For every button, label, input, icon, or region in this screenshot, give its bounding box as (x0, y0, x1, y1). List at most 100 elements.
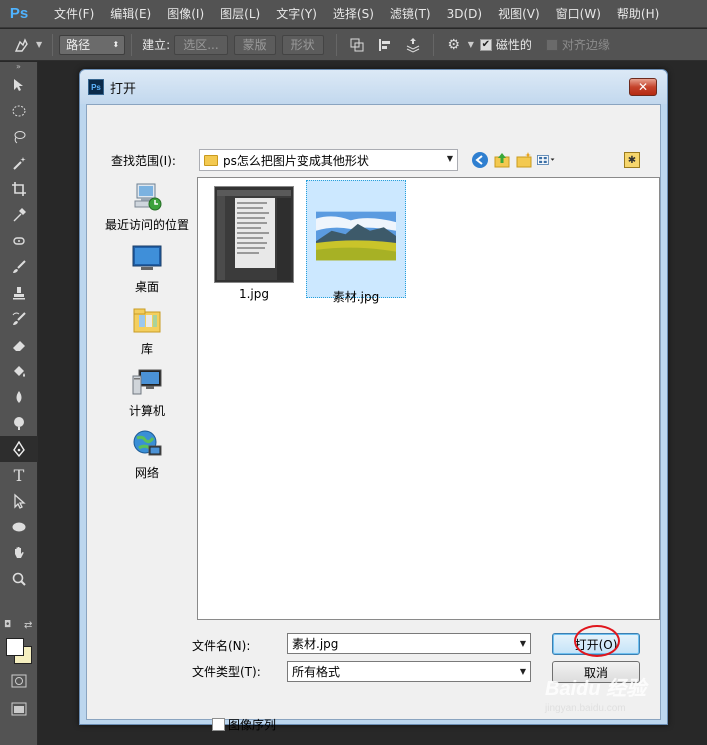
file-list: 1.jpg 素材.jpg (197, 177, 660, 620)
path-selection-tool-icon[interactable] (0, 488, 38, 514)
swap-colors-icon[interactable]: ⇄ (24, 620, 32, 631)
libraries-icon (131, 304, 163, 336)
place-network[interactable]: 网络 (101, 428, 193, 481)
place-libraries[interactable]: 库 (101, 304, 193, 357)
place-label: 网络 (134, 466, 159, 480)
dodge-tool-icon[interactable] (0, 410, 38, 436)
blur-tool-icon[interactable] (0, 384, 38, 410)
close-icon: ✕ (637, 80, 649, 94)
clone-stamp-tool-icon[interactable] (0, 280, 38, 306)
menu-edit[interactable]: 编辑(E) (102, 5, 159, 22)
menu-image[interactable]: 图像(I) (159, 5, 212, 22)
gear-icon[interactable]: ⚙ (444, 35, 464, 55)
marquee-tool-icon[interactable] (0, 98, 38, 124)
menu-window[interactable]: 窗口(W) (548, 5, 609, 22)
tool-mode-value: 路径 (66, 38, 91, 52)
make-mask-button[interactable]: 蒙版 (233, 34, 276, 55)
eraser-tool-icon[interactable] (0, 332, 38, 358)
eyedropper-tool-icon[interactable] (0, 202, 38, 228)
quick-mask-icon[interactable] (0, 668, 38, 694)
default-colors-icon[interactable]: ◘ (4, 620, 11, 630)
highlight-annotation (574, 625, 620, 657)
chevron-updown-icon: ⬍ (112, 40, 120, 49)
dialog-titlebar[interactable]: Ps 打开 (80, 70, 667, 104)
menu-bar: Ps 文件(F) 编辑(E) 图像(I) 图层(L) 文字(Y) 选择(S) 滤… (0, 0, 707, 28)
toolbox-collapse-icon[interactable]: » (0, 62, 37, 72)
file-item-selected[interactable]: 素材.jpg (306, 180, 406, 304)
canvas-area (668, 62, 707, 745)
paint-bucket-tool-icon[interactable] (0, 358, 38, 384)
image-sequence-label: 图像序列 (228, 718, 277, 732)
menu-layer[interactable]: 图层(L) (212, 5, 268, 22)
view-menu-icon[interactable] (536, 150, 556, 170)
brush-tool-icon[interactable] (0, 254, 38, 280)
desktop-shortcut-icon[interactable]: ✱ (624, 152, 640, 168)
place-label: 桌面 (134, 280, 159, 294)
magic-wand-tool-icon[interactable] (0, 150, 38, 176)
type-tool-icon[interactable]: T (0, 462, 38, 488)
filename-value: 素材.jpg (292, 637, 339, 651)
file-name: 1.jpg (238, 287, 270, 301)
up-folder-icon[interactable] (492, 150, 512, 170)
path-alignment-icon[interactable] (375, 35, 395, 55)
hand-tool-icon[interactable] (0, 540, 38, 566)
look-in-combo[interactable]: ps怎么把图片变成其他形状 ▼ (199, 149, 458, 171)
move-tool-icon[interactable] (0, 72, 38, 98)
photoshop-app-icon: Ps (88, 79, 104, 95)
place-desktop[interactable]: 桌面 (101, 242, 193, 295)
make-selection-button[interactable]: 选区... (174, 34, 228, 55)
computer-icon (131, 366, 163, 398)
menu-3d[interactable]: 3D(D) (439, 7, 490, 21)
look-in-value: ps怎么把图片变成其他形状 (223, 153, 369, 168)
separator (335, 33, 337, 56)
separator (131, 33, 133, 56)
filetype-select[interactable]: 所有格式 ▼ (287, 661, 531, 682)
back-icon[interactable] (470, 150, 490, 170)
filetype-value: 所有格式 (292, 665, 341, 679)
chevron-down-icon[interactable]: ▼ (468, 40, 474, 49)
history-brush-tool-icon[interactable] (0, 306, 38, 332)
watermark-logo: Baidu 经验 (545, 678, 647, 700)
ellipse-tool-icon[interactable] (0, 514, 38, 540)
baidu-watermark: Baidu 经验 jingyan.baidu.com (545, 672, 646, 714)
freeform-pen-tool-icon[interactable] (12, 35, 32, 55)
foreground-color-swatch[interactable] (6, 638, 24, 656)
path-arrangement-icon[interactable] (403, 35, 423, 55)
lasso-tool-icon[interactable] (0, 124, 38, 150)
path-operations-icon[interactable] (347, 35, 367, 55)
place-label: 最近访问的位置 (104, 218, 189, 232)
make-shape-button[interactable]: 形状 (281, 34, 324, 55)
menu-view[interactable]: 视图(V) (490, 5, 548, 22)
healing-brush-tool-icon[interactable] (0, 228, 38, 254)
filetype-label: 文件类型(T): (192, 665, 261, 679)
chevron-down-icon[interactable]: ▼ (520, 639, 526, 648)
menu-file[interactable]: 文件(F) (46, 5, 102, 22)
separator (52, 33, 54, 56)
look-in-label: 查找范围(I): (111, 154, 176, 168)
close-button[interactable]: ✕ (629, 78, 657, 96)
tool-mode-select[interactable]: 路径 ⬍ (59, 34, 126, 55)
magnetic-checkbox[interactable]: ✔ (479, 38, 492, 51)
new-folder-icon[interactable] (514, 150, 534, 170)
open-dialog: Ps 打开 ✕ 查找范围(I): ps怎么把图片变成其他形状 ▼ ✱ 最近访问的… (79, 69, 668, 732)
menu-filter[interactable]: 滤镜(T) (382, 5, 439, 22)
dialog-body: 查找范围(I): ps怎么把图片变成其他形状 ▼ ✱ 最近访问的位置 桌面 库 … (86, 104, 661, 732)
menu-help[interactable]: 帮助(H) (609, 5, 667, 22)
crop-tool-icon[interactable] (0, 176, 38, 202)
filename-input[interactable]: 素材.jpg ▼ (287, 633, 531, 654)
align-edges-checkbox[interactable] (545, 38, 558, 51)
tool-preset-arrow-icon[interactable]: ▼ (36, 40, 42, 49)
place-recent[interactable]: 最近访问的位置 (101, 180, 193, 233)
menu-select[interactable]: 选择(S) (325, 5, 382, 22)
file-name: 素材.jpg (332, 290, 380, 304)
file-thumbnail (316, 187, 396, 284)
place-label: 计算机 (128, 404, 165, 418)
magnetic-label: 磁性的 (495, 38, 532, 52)
menu-type[interactable]: 文字(Y) (268, 5, 325, 22)
zoom-tool-icon[interactable] (0, 566, 38, 592)
pen-tool-icon[interactable] (0, 436, 38, 462)
place-computer[interactable]: 计算机 (101, 366, 193, 419)
image-sequence-checkbox[interactable] (212, 718, 225, 731)
file-item[interactable]: 1.jpg (204, 180, 304, 301)
screen-mode-icon[interactable] (0, 696, 38, 722)
